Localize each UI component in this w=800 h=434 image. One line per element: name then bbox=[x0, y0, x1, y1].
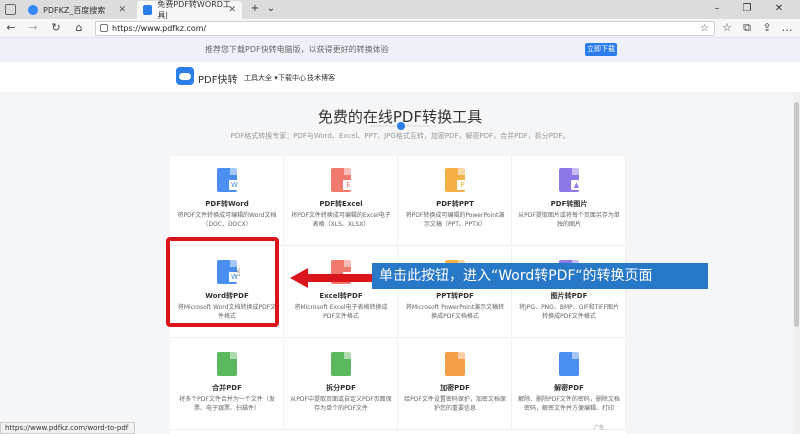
status-bar-url: https://www.pdfkz.com/word-to-pdf bbox=[0, 422, 136, 434]
share-icon[interactable]: ⇪ bbox=[760, 21, 774, 34]
collections-icon[interactable]: ⧉ bbox=[740, 21, 754, 35]
nav-download-center[interactable]: 下载中心 bbox=[278, 73, 306, 83]
favorite-star-icon[interactable]: ☆ bbox=[700, 22, 709, 35]
site-logo-text[interactable]: PDF快转 bbox=[198, 71, 237, 86]
download-promo-bar: 推荐您下载PDF快转电脑版，以获得更好的转换体验 立即下载 bbox=[0, 38, 800, 62]
file-icon: E bbox=[331, 168, 354, 192]
tool-description: 将PDF转换成可编辑的PowerPoint演示文稿（PPT、PPTX） bbox=[405, 212, 505, 228]
tool-name: PDF转Word bbox=[205, 200, 249, 208]
tab-pdfkz[interactable]: 免费PDF转WORD工具| ✕ bbox=[137, 0, 242, 20]
page-subtitle: PDF格式转换专家：PDF与Word、Excel、PPT、JPG格式互转，加密P… bbox=[230, 132, 570, 140]
file-icon: P bbox=[445, 168, 468, 192]
tab-baidu-search[interactable]: PDFKZ_百度搜索 ✕ bbox=[22, 1, 132, 19]
address-bar[interactable]: https://www.pdfkz.com/ ☆ bbox=[95, 21, 715, 36]
tool-name: PDF转Excel bbox=[319, 200, 363, 208]
file-icon bbox=[217, 352, 237, 376]
tool-description: 解除、删除PDF文件的密码，删除文档密码，解密文件并方便编辑、打印 bbox=[518, 396, 620, 412]
tool-description: 将PDF文件转换成可编辑的Word文档（DOC、DOCX） bbox=[177, 212, 277, 228]
tool-tile-encrypt-pdf[interactable]: 加密PDF 给PDF文件设置密码保护，加密文档保护您的重要信息 bbox=[398, 340, 512, 430]
tool-name: 解密PDF bbox=[554, 384, 584, 392]
lock-icon bbox=[100, 24, 108, 32]
nav-tech-blog[interactable]: 技术博客 bbox=[307, 73, 335, 83]
tool-name: 加密PDF bbox=[440, 384, 470, 392]
page-scrollbar[interactable] bbox=[793, 92, 800, 434]
mouse-cursor-icon: ☝ bbox=[234, 266, 241, 279]
tool-description: 给PDF文件设置密码保护，加密文档保护您的重要信息 bbox=[404, 396, 506, 412]
browser-nav-bar: ← → ↻ ⌂ https://www.pdfkz.com/ ☆ ☆ ⧉ ⇪ … bbox=[0, 19, 800, 38]
tool-description: 将Microsoft Excel电子表格转换成PDF文件格式 bbox=[294, 304, 388, 320]
ad-label: 广告 bbox=[594, 425, 605, 431]
file-icon: ▲ bbox=[559, 168, 582, 192]
file-icon bbox=[559, 352, 579, 376]
pdfkz-logo-icon[interactable] bbox=[176, 67, 194, 85]
baidu-favicon-icon bbox=[28, 5, 38, 15]
more-menu-icon[interactable]: … bbox=[780, 21, 794, 34]
tool-tile-excel-to-pdf[interactable]: EExcel转PDF将Microsoft Excel电子表格转换成PDF文件格式 bbox=[284, 248, 398, 338]
site-header: PDF快转 工具大全 ▾ 下载中心 技术博客 bbox=[0, 62, 800, 92]
tool-name: 合并PDF bbox=[212, 384, 242, 392]
tool-tile-ppt-to-pdf[interactable]: PPPT转PDF将Microsoft PowerPoint演示文稿转换成PDF文… bbox=[398, 248, 512, 338]
tool-description: 从PDF提取图片或将每个页面另存为单独的图片 bbox=[518, 212, 620, 228]
scrollbar-thumb[interactable] bbox=[794, 102, 799, 327]
tool-tile-image-to-pdf[interactable]: ▲图片转PDF将JPG、PNG、BMP、GIF和TIFF图片转换成PDF文件格式 bbox=[512, 248, 626, 338]
refresh-button[interactable]: ↻ bbox=[49, 21, 63, 34]
browser-tab-bar: PDFKZ_百度搜索 ✕ 免费PDF转WORD工具| ✕ + ⌄ – ❐ ✕ bbox=[0, 0, 800, 20]
tool-tile-pdf-to-image[interactable]: ▲ PDF转图片从PDF提取图片或将每个页面另存为单独的图片 bbox=[512, 156, 626, 246]
tool-name: PDF转图片 bbox=[550, 200, 588, 208]
tool-description: 将JPG、PNG、BMP、GIF和TIFF图片转换成PDF文件格式 bbox=[519, 304, 619, 320]
favorites-icon[interactable]: ☆ bbox=[720, 21, 734, 34]
callout-label: 单击此按钮，进入“Word转PDF“的转换页面 bbox=[372, 263, 708, 289]
close-window-button[interactable]: ✕ bbox=[772, 3, 786, 14]
download-now-button[interactable]: 立即下载 bbox=[585, 43, 617, 56]
title-dot bbox=[397, 122, 405, 130]
tab-close-icon[interactable]: ✕ bbox=[118, 5, 126, 15]
tool-name: PPT转PDF bbox=[436, 292, 474, 300]
maximize-button[interactable]: ❐ bbox=[740, 3, 754, 14]
highlight-box bbox=[166, 237, 279, 327]
promo-text: 推荐您下载PDF快转电脑版，以获得更好的转换体验 bbox=[205, 45, 389, 54]
tab-close-icon[interactable]: ✕ bbox=[228, 5, 236, 15]
tool-description: 将Microsoft PowerPoint演示文稿转换成PDF文档格式 bbox=[405, 304, 505, 320]
callout-arrow-icon bbox=[290, 268, 372, 288]
tab-title: PDFKZ_百度搜索 bbox=[43, 5, 106, 15]
tool-description: 将PDF文件转换成可编辑的Excel电子表格（XLS、XLSX） bbox=[291, 212, 391, 228]
tool-description: 从PDF中提取页面或自定义PDF页面保存为单个的PDF文件 bbox=[290, 396, 392, 412]
tool-tile-split-pdf[interactable]: 拆分PDF 从PDF中提取页面或自定义PDF页面保存为单个的PDF文件 bbox=[284, 340, 398, 430]
tool-tile-pdf-to-ppt[interactable]: P PDF转PPT 将PDF转换成可编辑的PowerPoint演示文稿（PPT、PP… bbox=[398, 156, 512, 246]
tab-title: 免费PDF转WORD工具| bbox=[157, 0, 231, 20]
url-text: https://www.pdfkz.com/ bbox=[112, 24, 207, 33]
back-button[interactable]: ← bbox=[4, 21, 18, 34]
tab-actions-icon[interactable] bbox=[5, 4, 16, 15]
tool-tile-pdf-to-word[interactable]: W PDF转Word 将PDF文件转换成可编辑的Word文档（DOC、DOCX） bbox=[170, 156, 284, 246]
tool-name: 拆分PDF bbox=[326, 384, 356, 392]
tool-tile-decrypt-pdf[interactable]: 解密PDF 解除、删除PDF文件的密码，删除文档密码，解密文件并方便编辑、打印 bbox=[512, 340, 626, 430]
tool-description: 将多个PDF文件合并为一个文件（发票、电子银票、扫描件） bbox=[179, 396, 275, 412]
tool-name: PDF转PPT bbox=[436, 200, 474, 208]
tool-tile-pdf-to-excel[interactable]: E PDF转Excel 将PDF文件转换成可编辑的Excel电子表格（XLS、XLS… bbox=[284, 156, 398, 246]
home-button[interactable]: ⌂ bbox=[72, 21, 86, 34]
tool-name: 图片转PDF bbox=[550, 292, 588, 300]
nav-tools[interactable]: 工具大全 ▾ bbox=[244, 73, 278, 83]
file-icon bbox=[445, 352, 465, 376]
new-tab-button[interactable]: + bbox=[248, 3, 262, 14]
file-icon: W bbox=[217, 168, 240, 192]
tab-menu-icon[interactable]: ⌄ bbox=[264, 3, 278, 14]
forward-button[interactable]: → bbox=[26, 21, 40, 34]
tool-name: Excel转PDF bbox=[319, 292, 363, 300]
minimize-button[interactable]: – bbox=[710, 3, 724, 14]
file-icon bbox=[331, 352, 351, 376]
tool-tile-merge-pdf[interactable]: 合并PDF 将多个PDF文件合并为一个文件（发票、电子银票、扫描件） bbox=[170, 340, 284, 430]
pdfkz-favicon-icon bbox=[143, 5, 153, 15]
